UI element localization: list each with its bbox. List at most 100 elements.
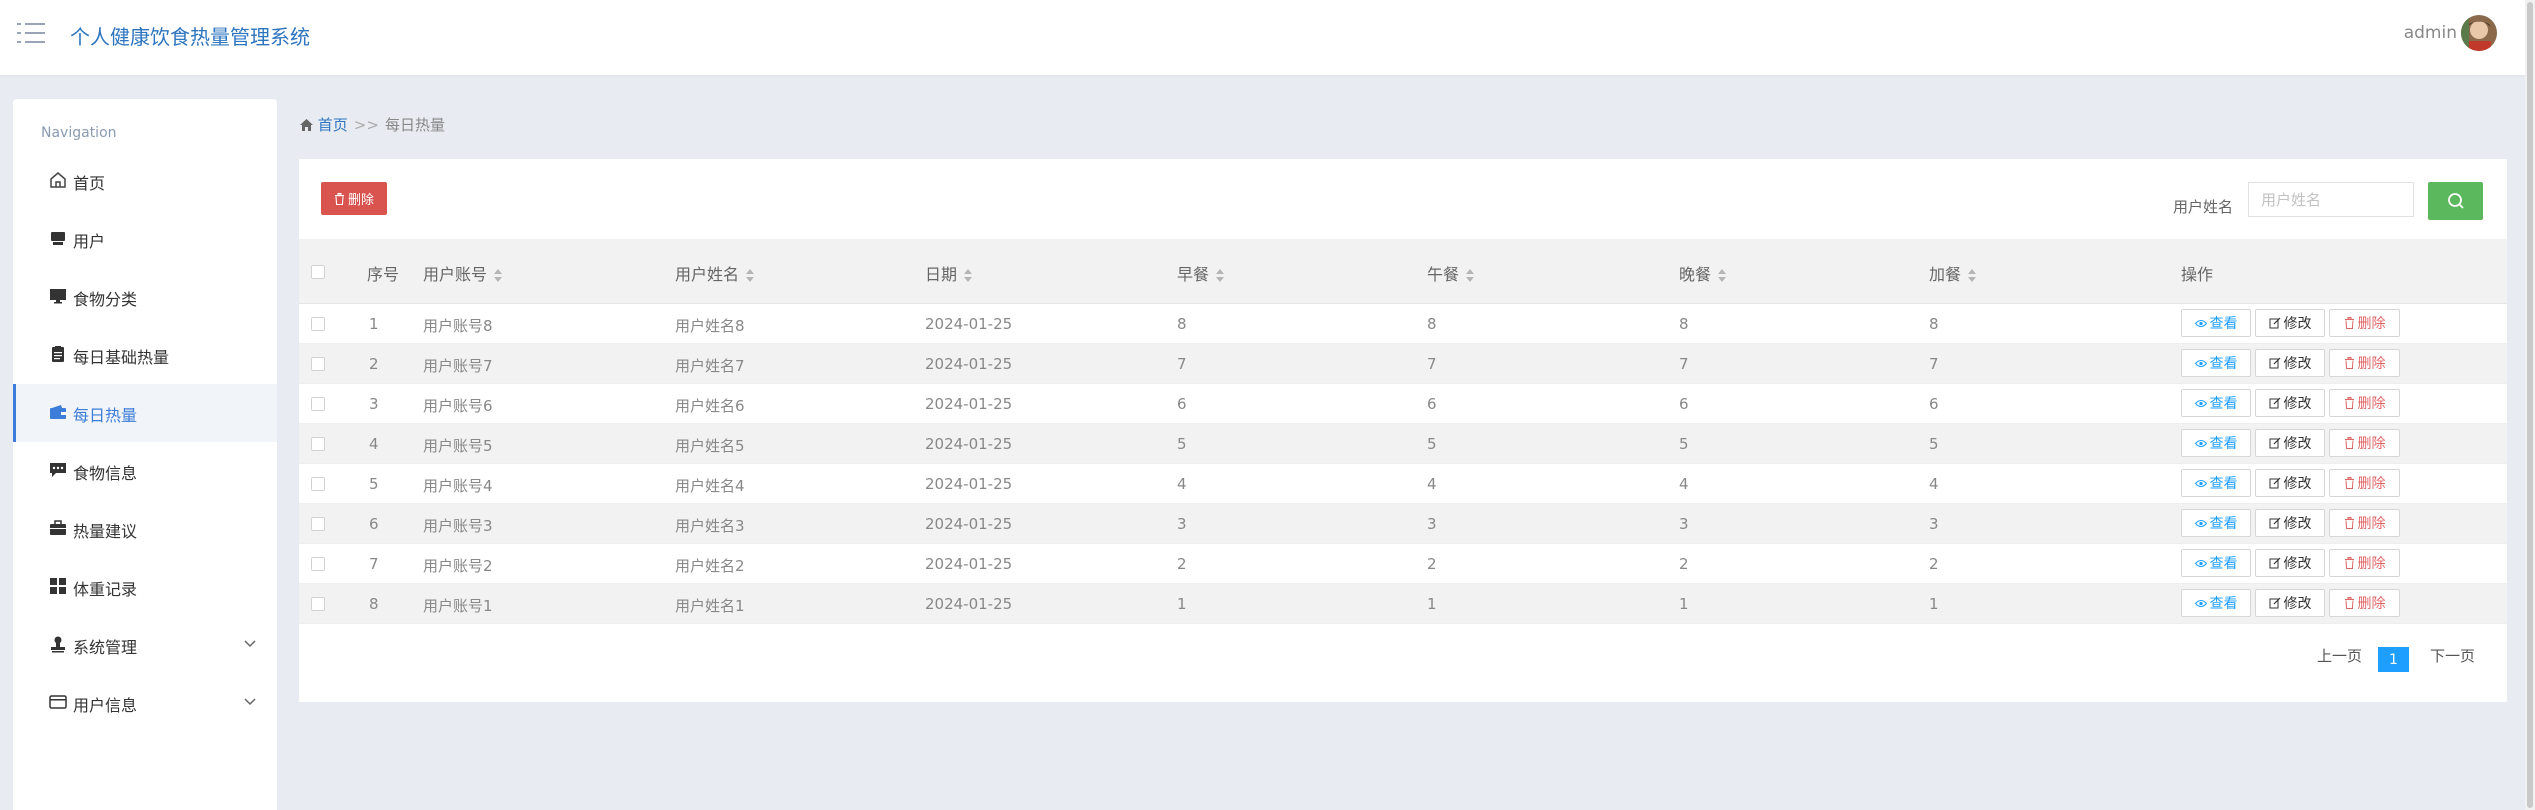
row-checkbox[interactable] <box>311 437 325 451</box>
delete-button[interactable]: 删除 <box>2329 429 2400 457</box>
delete-button[interactable]: 删除 <box>2329 469 2400 497</box>
sort-icon[interactable] <box>745 268 755 284</box>
sidebar-item-label: 用户信息 <box>73 696 138 715</box>
sort-icon[interactable] <box>493 268 503 284</box>
page-scrollbar[interactable] <box>2525 0 2535 810</box>
cell-snack: 1 <box>1929 595 1939 613</box>
delete-button[interactable]: 删除 <box>2329 549 2400 577</box>
row-checkbox[interactable] <box>311 597 325 611</box>
row-checkbox[interactable] <box>311 477 325 491</box>
column-header-name[interactable]: 用户姓名 <box>675 261 755 285</box>
edit-icon <box>2269 357 2280 369</box>
sidebar-item-home[interactable]: 首页 <box>13 152 277 210</box>
view-button[interactable]: 查看 <box>2181 309 2251 337</box>
column-header-account[interactable]: 用户账号 <box>423 261 503 285</box>
view-button-label: 查看 <box>2209 556 2238 572</box>
column-header-snack[interactable]: 加餐 <box>1929 261 1977 285</box>
view-button-label: 查看 <box>2209 516 2238 532</box>
sort-icon[interactable] <box>1465 268 1475 284</box>
sidebar-item-weight-record[interactable]: 体重记录 <box>13 558 277 616</box>
sidebar-item-user-info[interactable]: 用户信息 <box>13 674 277 732</box>
delete-button[interactable]: 删除 <box>2329 309 2400 337</box>
cell-date: 2024-01-25 <box>925 315 1013 333</box>
batch-delete-button[interactable]: 删除 <box>321 182 387 215</box>
cell-breakfast: 8 <box>1177 315 1187 333</box>
edit-button[interactable]: 修改 <box>2255 349 2325 377</box>
menu-toggle-icon[interactable] <box>17 21 45 45</box>
view-button-label: 查看 <box>2209 316 2238 332</box>
column-header-breakfast[interactable]: 早餐 <box>1177 261 1225 285</box>
cell-account: 用户账号1 <box>423 597 493 615</box>
chevron-down-icon[interactable] <box>243 694 257 708</box>
sidebar-item-system-management[interactable]: 系统管理 <box>13 616 277 674</box>
view-button[interactable]: 查看 <box>2181 589 2251 617</box>
pagination-prev[interactable]: 上一页 <box>2317 645 2362 666</box>
sort-icon[interactable] <box>1717 268 1727 284</box>
edit-button[interactable]: 修改 <box>2255 509 2325 537</box>
app-title: 个人健康饮食热量管理系统 <box>70 25 310 49</box>
sidebar-item-calorie-advice[interactable]: 热量建议 <box>13 500 277 558</box>
column-header-lunch[interactable]: 午餐 <box>1427 261 1475 285</box>
cell-date: 2024-01-25 <box>925 355 1013 373</box>
edit-button[interactable]: 修改 <box>2255 469 2325 497</box>
delete-button-label: 删除 <box>2357 396 2386 412</box>
sort-icon[interactable] <box>1967 268 1977 284</box>
avatar[interactable] <box>2461 15 2497 51</box>
cell-lunch: 6 <box>1427 395 1437 413</box>
column-header-dinner[interactable]: 晚餐 <box>1679 261 1727 285</box>
sidebar-item-daily-base-calories[interactable]: 每日基础热量 <box>13 326 277 384</box>
edit-button[interactable]: 修改 <box>2255 589 2325 617</box>
edit-button-label: 修改 <box>2283 436 2312 452</box>
breadcrumb-home-link[interactable]: 首页 <box>318 116 348 134</box>
cell-lunch: 1 <box>1427 595 1437 613</box>
search-input[interactable] <box>2248 182 2414 217</box>
sidebar-item-label: 每日热量 <box>73 406 138 425</box>
cell-index: 4 <box>369 435 379 453</box>
content-panel: 删除 用户姓名 序号 用户账号 用户姓名 日期 早餐 午餐 晚餐 加餐 操作 1… <box>299 159 2507 702</box>
sidebar-item-food-category[interactable]: 食物分类 <box>13 268 277 326</box>
column-header-actions: 操作 <box>2181 265 2214 284</box>
edit-button[interactable]: 修改 <box>2255 309 2325 337</box>
cell-lunch: 7 <box>1427 355 1437 373</box>
view-button[interactable]: 查看 <box>2181 509 2251 537</box>
pagination-next[interactable]: 下一页 <box>2430 645 2475 666</box>
edit-button[interactable]: 修改 <box>2255 429 2325 457</box>
edit-button[interactable]: 修改 <box>2255 549 2325 577</box>
username-label[interactable]: admin <box>2404 23 2457 43</box>
row-checkbox[interactable] <box>311 397 325 411</box>
edit-button-label: 修改 <box>2283 316 2312 332</box>
table-row: 4 用户账号5 用户姓名5 2024-01-25 5 5 5 5 查看 修改 删除 <box>299 424 2507 464</box>
table-row: 2 用户账号7 用户姓名7 2024-01-25 7 7 7 7 查看 修改 删除 <box>299 344 2507 384</box>
sidebar-item-daily-calories[interactable]: 每日热量 <box>13 384 277 442</box>
wallet-icon <box>50 405 66 419</box>
view-button[interactable]: 查看 <box>2181 469 2251 497</box>
search-button[interactable] <box>2428 182 2483 220</box>
delete-button[interactable]: 删除 <box>2329 509 2400 537</box>
cell-index: 2 <box>369 355 379 373</box>
view-button[interactable]: 查看 <box>2181 549 2251 577</box>
sort-icon[interactable] <box>1215 268 1225 284</box>
delete-button[interactable]: 删除 <box>2329 389 2400 417</box>
row-checkbox[interactable] <box>311 357 325 371</box>
delete-button[interactable]: 删除 <box>2329 349 2400 377</box>
top-header: 个人健康饮食热量管理系统 admin <box>0 0 2535 75</box>
sidebar-item-food-info[interactable]: 食物信息 <box>13 442 277 500</box>
select-all-checkbox[interactable] <box>311 265 325 279</box>
edit-button[interactable]: 修改 <box>2255 389 2325 417</box>
row-checkbox[interactable] <box>311 317 325 331</box>
view-button[interactable]: 查看 <box>2181 389 2251 417</box>
view-button[interactable]: 查看 <box>2181 429 2251 457</box>
chevron-down-icon[interactable] <box>243 636 257 650</box>
sort-icon[interactable] <box>963 268 973 284</box>
sidebar-item-label: 用户 <box>73 232 106 251</box>
view-button[interactable]: 查看 <box>2181 349 2251 377</box>
trash-icon <box>2344 437 2354 449</box>
pagination-current-page[interactable]: 1 <box>2378 647 2409 672</box>
row-checkbox[interactable] <box>311 557 325 571</box>
cell-name: 用户姓名2 <box>675 557 745 575</box>
sidebar-item-users[interactable]: 用户 <box>13 210 277 268</box>
eye-icon <box>2194 399 2207 407</box>
delete-button[interactable]: 删除 <box>2329 589 2400 617</box>
row-checkbox[interactable] <box>311 517 325 531</box>
column-header-date[interactable]: 日期 <box>925 261 973 285</box>
